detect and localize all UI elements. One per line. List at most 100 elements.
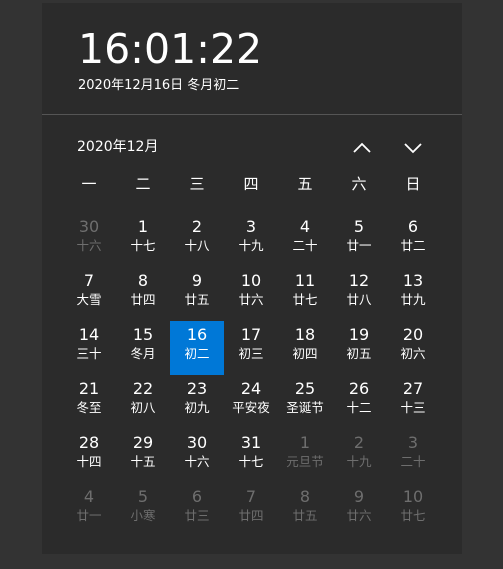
lunar-date: 初八: [130, 400, 156, 415]
calendar-day[interactable]: 6 廿三: [170, 483, 224, 537]
calendar-day[interactable]: 11 廿七: [278, 267, 332, 321]
day-number: 21: [78, 379, 100, 398]
calendar-day[interactable]: 15 冬月: [116, 321, 170, 375]
day-number: 7: [245, 487, 257, 506]
day-number: 6: [407, 217, 419, 236]
calendar-day[interactable]: 8 廿五: [278, 483, 332, 537]
calendar-day[interactable]: 9 廿六: [332, 483, 386, 537]
day-number: 11: [294, 271, 316, 290]
lunar-date: 廿二: [400, 238, 426, 253]
lunar-date: 初五: [346, 346, 372, 361]
calendar-day[interactable]: 22 初八: [116, 375, 170, 429]
lunar-date: 廿一: [346, 238, 372, 253]
day-number: 30: [78, 217, 100, 236]
lunar-date: 廿四: [238, 508, 264, 523]
lunar-date: 平安夜: [232, 400, 270, 415]
calendar-day[interactable]: 18 初四: [278, 321, 332, 375]
day-number: 2: [353, 433, 365, 452]
day-number: 2: [191, 217, 203, 236]
day-number: 22: [132, 379, 154, 398]
lunar-date: 十七: [130, 238, 156, 253]
day-number: 20: [402, 325, 424, 344]
day-number: 8: [137, 271, 149, 290]
calendar-day[interactable]: 1 十七: [116, 213, 170, 267]
calendar-day[interactable]: 30 十六: [62, 213, 116, 267]
lunar-date: 廿七: [292, 292, 318, 307]
chevron-down-icon: [403, 142, 423, 154]
lunar-date: 初四: [292, 346, 318, 361]
calendar-day[interactable]: 14 三十: [62, 321, 116, 375]
calendar-day[interactable]: 2 十九: [332, 429, 386, 483]
calendar-day[interactable]: 4 二十: [278, 213, 332, 267]
lunar-date: 十八: [184, 238, 210, 253]
lunar-date: 冬月: [130, 346, 156, 361]
calendar-day[interactable]: 10 廿六: [224, 267, 278, 321]
day-number: 1: [299, 433, 311, 452]
calendar-day[interactable]: 24 平安夜: [224, 375, 278, 429]
day-number: 3: [407, 433, 419, 452]
lunar-date: 廿九: [400, 292, 426, 307]
calendar-day[interactable]: 3 二十: [386, 429, 440, 483]
day-number: 24: [240, 379, 262, 398]
calendar-day[interactable]: 29 十五: [116, 429, 170, 483]
calendar-day[interactable]: 12 廿八: [332, 267, 386, 321]
day-number: 9: [353, 487, 365, 506]
calendar-day[interactable]: 6 廿二: [386, 213, 440, 267]
month-title[interactable]: 2020年12月: [77, 138, 158, 156]
calendar-flyout: 16:01:22 2020年12月16日 冬月初二 2020年12月 一 二 三…: [42, 3, 462, 554]
day-number: 27: [402, 379, 424, 398]
calendar-day[interactable]: 28 十四: [62, 429, 116, 483]
next-month-button[interactable]: [398, 137, 428, 159]
lunar-date: 廿三: [184, 508, 210, 523]
lunar-date: 十五: [130, 454, 156, 469]
day-number: 17: [240, 325, 262, 344]
day-number: 5: [353, 217, 365, 236]
day-number: 3: [245, 217, 257, 236]
calendar-day[interactable]: 19 初五: [332, 321, 386, 375]
calendar-day[interactable]: 9 廿五: [170, 267, 224, 321]
calendar-day[interactable]: 31 十七: [224, 429, 278, 483]
day-number: 28: [78, 433, 100, 452]
lunar-date: 十三: [400, 400, 426, 415]
day-number: 26: [348, 379, 370, 398]
lunar-date: 十九: [238, 238, 264, 253]
calendar-day[interactable]: 23 初九: [170, 375, 224, 429]
calendar-day[interactable]: 30 十六: [170, 429, 224, 483]
previous-month-button[interactable]: [347, 137, 377, 159]
lunar-date: 廿七: [400, 508, 426, 523]
calendar-day[interactable]: 17 初三: [224, 321, 278, 375]
day-number: 19: [348, 325, 370, 344]
calendar-day[interactable]: 27 十三: [386, 375, 440, 429]
lunar-date: 十七: [238, 454, 264, 469]
calendar-day-today[interactable]: 16 初二: [170, 321, 224, 375]
calendar-day[interactable]: 20 初六: [386, 321, 440, 375]
calendar-day[interactable]: 2 十八: [170, 213, 224, 267]
calendar-day[interactable]: 8 廿四: [116, 267, 170, 321]
calendar-day[interactable]: 21 冬至: [62, 375, 116, 429]
calendar-day[interactable]: 13 廿九: [386, 267, 440, 321]
calendar-day[interactable]: 4 廿一: [62, 483, 116, 537]
calendar-day[interactable]: 10 廿七: [386, 483, 440, 537]
lunar-date: 十六: [76, 238, 102, 253]
day-number: 14: [78, 325, 100, 344]
calendar-day[interactable]: 7 大雪: [62, 267, 116, 321]
calendar-day[interactable]: 7 廿四: [224, 483, 278, 537]
day-number: 15: [132, 325, 154, 344]
calendar-day[interactable]: 3 十九: [224, 213, 278, 267]
lunar-date: 廿四: [130, 292, 156, 307]
lunar-date: 冬至: [76, 400, 102, 415]
lunar-date: 廿六: [238, 292, 264, 307]
lunar-date: 小寒: [130, 508, 156, 523]
calendar-day[interactable]: 1 元旦节: [278, 429, 332, 483]
lunar-date: 十二: [346, 400, 372, 415]
calendar-day[interactable]: 5 廿一: [332, 213, 386, 267]
lunar-date: 大雪: [76, 292, 102, 307]
lunar-date: 十六: [184, 454, 210, 469]
day-number: 5: [137, 487, 149, 506]
lunar-date: 廿五: [184, 292, 210, 307]
calendar-day[interactable]: 25 圣诞节: [278, 375, 332, 429]
clock-date-link[interactable]: 2020年12月16日 冬月初二: [78, 78, 239, 94]
weekday-label: 三: [189, 175, 205, 193]
calendar-day[interactable]: 26 十二: [332, 375, 386, 429]
calendar-day[interactable]: 5 小寒: [116, 483, 170, 537]
